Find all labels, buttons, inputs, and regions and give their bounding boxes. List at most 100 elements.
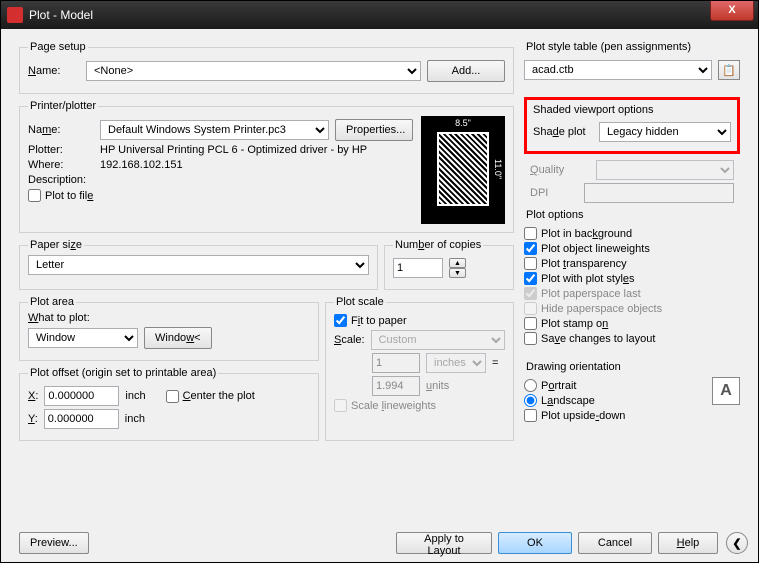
save-changes-checkbox[interactable] [524,332,537,345]
orientation-legend: Drawing orientation [524,361,623,373]
page-setup-name-label: Name: [28,65,80,77]
what-to-plot-label: What to plot: [28,312,90,324]
plot-offset-legend: Plot offset (origin set to printable are… [28,367,218,379]
where-value: 192.168.102.151 [100,159,183,171]
paper-size-legend: Paper size [28,239,84,251]
plot-offset-group: Plot offset (origin set to printable are… [19,367,319,441]
page-setup-legend: Page setup [28,41,88,53]
offset-x-input[interactable] [44,386,119,406]
plot-bg-checkbox[interactable] [524,227,537,240]
plot-styles-checkbox[interactable] [524,272,537,285]
center-plot-checkbox[interactable] [166,390,179,403]
properties-button[interactable]: Properties... [335,119,413,141]
page-setup-group: Page setup Name: <None> Add... [19,41,514,94]
plot-stamp-checkbox[interactable] [524,317,537,330]
portrait-label: Portrait [541,380,576,392]
scale-select: Custom [371,330,505,350]
help-button[interactable]: Help [658,532,718,554]
paper-size-select[interactable]: Letter [28,255,369,275]
plot-options-group: Plot options Plot in background Plot obj… [524,209,740,355]
plot-bg-label: Plot in background [541,228,632,240]
portrait-radio[interactable] [524,379,537,392]
window-pick-button[interactable]: Window< [144,327,212,349]
plot-style-edit-icon[interactable]: 📋 [718,60,740,80]
cancel-button[interactable]: Cancel [578,532,652,554]
plot-style-group: Plot style table (pen assignments) acad.… [524,41,740,91]
scale-unit1-select: inches [426,353,486,373]
scale-lineweights-checkbox [334,399,347,412]
plot-area-legend: Plot area [28,296,76,308]
hide-paperspace-label: Hide paperspace objects [541,303,662,315]
printer-group: Printer/plotter Name: Default Windows Sy… [19,100,514,233]
printer-name-label: Name: [28,124,94,136]
offset-x-unit: inch [125,390,145,402]
offset-y-input[interactable] [44,409,119,429]
printer-name-select[interactable]: Default Windows System Printer.pc3 [100,120,329,140]
scale-unit1-input [372,353,420,373]
paper-size-group: Paper size Letter [19,239,378,290]
copies-up[interactable]: ▲ [449,258,466,268]
where-label: Where: [28,159,94,171]
plot-area-group: Plot area What to plot: Window Window< [19,296,319,361]
plotter-label: Plotter: [28,144,94,156]
close-button[interactable]: X [710,1,754,21]
preview-height: 11.0" [493,132,503,206]
scale-equals: = [492,357,498,369]
window-title: Plot - Model [29,8,93,22]
plot-scale-legend: Plot scale [334,296,386,308]
offset-x-label: X: [28,390,38,402]
center-plot-label: Center the plot [183,390,255,402]
app-icon [7,7,23,23]
shaded-viewport-highlight: Shaded viewport options Shade plot Legac… [524,97,740,154]
preview-button[interactable]: Preview... [19,532,89,554]
plot-lw-label: Plot object lineweights [541,243,650,255]
plot-to-file-checkbox[interactable] [28,189,41,202]
footer: Preview... Apply to Layout OK Cancel Hel… [19,532,748,554]
plot-stamp-label: Plot stamp on [541,318,608,330]
plot-style-select[interactable]: acad.ctb [524,60,712,80]
copies-group: Number of copies ▲ ▼ [384,239,514,290]
scale-label: Scale: [334,334,365,346]
scale-lineweights-label: Scale lineweights [351,400,436,412]
paperspace-last-checkbox [524,287,537,300]
landscape-label: Landscape [541,395,595,407]
shade-plot-select[interactable]: Legacy hidden [599,122,731,142]
add-button[interactable]: Add... [427,60,505,82]
copies-legend: Number of copies [393,239,483,251]
what-to-plot-select[interactable]: Window [28,328,138,348]
apply-to-layout-button[interactable]: Apply to Layout [396,532,492,554]
plotter-value: HP Universal Printing PCL 6 - Optimized … [100,144,367,156]
offset-y-unit: inch [125,413,145,425]
copies-down[interactable]: ▼ [449,268,466,278]
printer-legend: Printer/plotter [28,100,98,112]
orientation-group: Drawing orientation Portrait Landscape P… [524,361,740,432]
quality-select [596,160,734,180]
titlebar: Plot - Model X [1,1,758,29]
plot-styles-label: Plot with plot styles [541,273,635,285]
plot-lw-checkbox[interactable] [524,242,537,255]
plot-style-legend: Plot style table (pen assignments) [524,41,693,53]
preview-width: 8.5" [437,118,489,128]
ok-button[interactable]: OK [498,532,572,554]
quality-label: Quality [530,164,590,176]
plot-trans-checkbox[interactable] [524,257,537,270]
paper-preview: 8.5" 11.0" [421,116,505,224]
page-setup-name-select[interactable]: <None> [86,61,421,81]
scale-unit2-input [372,376,420,396]
upside-down-checkbox[interactable] [524,409,537,422]
dpi-input [584,183,734,203]
fit-to-paper-checkbox[interactable] [334,314,347,327]
plot-options-legend: Plot options [524,209,585,221]
copies-input[interactable] [393,258,443,278]
description-label: Description: [28,174,94,186]
fit-to-paper-label: Fit to paper [351,315,407,327]
offset-y-label: Y: [28,413,38,425]
plot-trans-label: Plot transparency [541,258,627,270]
save-changes-label: Save changes to layout [541,333,655,345]
paperspace-last-label: Plot paperspace last [541,288,641,300]
dpi-label: DPI [530,187,578,199]
landscape-radio[interactable] [524,394,537,407]
plot-to-file-label: Plot to file [45,190,93,202]
collapse-button[interactable]: ❮ [726,532,748,554]
hide-paperspace-checkbox [524,302,537,315]
